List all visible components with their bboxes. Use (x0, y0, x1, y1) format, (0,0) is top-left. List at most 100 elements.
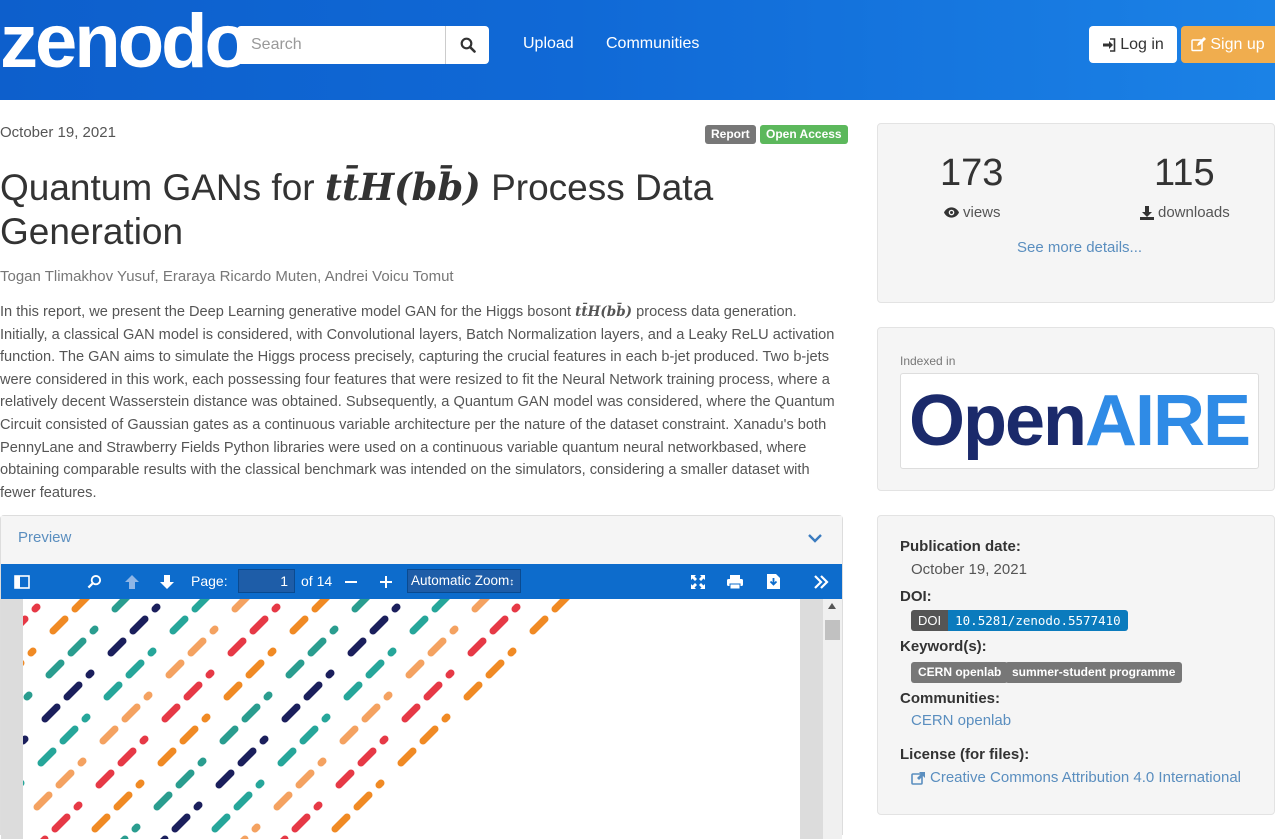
sign-in-icon (1103, 37, 1116, 52)
cover-stripe-91 (387, 647, 397, 657)
signup-label: Sign up (1210, 35, 1265, 53)
openaire-logo-link[interactable]: OpenAIRE (900, 373, 1259, 469)
cover-stripe-2 (71, 599, 90, 613)
page-number-input[interactable]: 1 (238, 569, 295, 593)
search-form (237, 26, 489, 64)
cover-stripe-66 (329, 625, 339, 635)
cover-stripe-111 (251, 823, 261, 833)
cover-stripe-20 (191, 599, 210, 613)
signup-button[interactable]: Sign up (1181, 26, 1275, 63)
keyword-badge[interactable]: summer-student programme (1005, 662, 1183, 683)
cover-stripe-115 (467, 637, 487, 657)
zenodo-logo[interactable]: zenodo (0, 2, 251, 82)
cover-stripe-130 (441, 713, 451, 723)
search-button[interactable] (445, 26, 490, 64)
presentation-mode-button[interactable] (685, 564, 711, 599)
eye-icon (944, 207, 959, 218)
download-icon (1140, 205, 1154, 220)
see-more-details-link[interactable]: See more details... (1017, 239, 1142, 256)
cover-stripe-94 (321, 713, 331, 723)
community-link[interactable]: CERN openlab (911, 712, 1011, 729)
chevron-down-icon[interactable] (807, 530, 823, 546)
external-link-icon (911, 771, 925, 785)
cover-stripe-18 (23, 735, 29, 745)
scroll-thumb[interactable] (825, 620, 840, 640)
cover-stripe-43 (227, 637, 247, 657)
cover-stripe-44 (205, 669, 215, 679)
preview-header[interactable]: Preview (1, 516, 842, 563)
cover-stripe-45 (183, 681, 203, 701)
cover-stripe-121 (335, 769, 355, 789)
publication-date-label: Publication date: (900, 538, 1021, 555)
cover-stripe-36 (99, 725, 119, 745)
preview-panel: Preview Page: 1 of 14 Automatic Zoom↕ (0, 515, 843, 839)
cover-stripe-30 (231, 599, 250, 613)
cover-stripe-78 (369, 615, 389, 635)
cover-stripe-7 (89, 625, 99, 635)
cover-stripe-133 (375, 779, 385, 789)
cover-stripe-26 (59, 725, 79, 745)
scrollbar[interactable] (823, 599, 842, 839)
cover-stripe-12 (151, 603, 161, 613)
login-button[interactable]: Log in (1089, 26, 1177, 63)
cover-stripe-125 (551, 599, 570, 613)
nav-upload-link[interactable]: Upload (523, 34, 574, 54)
cover-stripe-83 (259, 735, 269, 745)
search-input[interactable] (237, 26, 445, 64)
authors-list: Togan Tlimakhov Yusuf, Eraraya Ricardo M… (0, 268, 454, 285)
search-icon (87, 574, 101, 589)
zoom-in-button[interactable] (374, 564, 398, 599)
cover-stripe-107 (339, 725, 359, 745)
cover-stripe-77 (391, 603, 401, 613)
scroll-up-arrow[interactable] (828, 603, 836, 609)
zoom-select[interactable]: Automatic Zoom↕ (407, 569, 521, 593)
cover-stripe-6 (111, 599, 130, 613)
print-button[interactable] (721, 564, 749, 599)
cover-stripe-92 (365, 659, 385, 679)
cover-stripe-48 (117, 747, 137, 767)
cover-stripe-119 (379, 735, 389, 745)
cover-stripe-105 (383, 691, 393, 701)
sidebar-toggle-button[interactable] (9, 564, 35, 599)
nav-communities-link[interactable]: Communities (606, 34, 699, 54)
cover-stripe-129 (463, 681, 483, 701)
cover-stripe-27 (37, 747, 57, 767)
search-icon (460, 37, 476, 53)
communities-label: Communities: (900, 690, 1001, 707)
zoom-select-value: Automatic Zoom (411, 573, 510, 588)
cover-stripe-128 (485, 659, 505, 679)
tools-menu-button[interactable] (807, 564, 835, 599)
previous-page-button[interactable] (119, 564, 145, 599)
download-button[interactable] (760, 564, 786, 599)
cover-stripe-108 (317, 757, 327, 767)
views-label: views (944, 204, 1001, 221)
cover-stripe-25 (81, 713, 91, 723)
cover-stripe-57 (223, 681, 243, 701)
keyword-badge[interactable]: CERN openlab (911, 662, 1009, 683)
cover-stripe-9 (45, 659, 65, 679)
cover-stripe-55 (267, 647, 277, 657)
cover-stripe-62 (113, 791, 133, 811)
double-chevron-right-icon (814, 574, 829, 589)
cover-stripe-49 (95, 769, 115, 789)
cover-stripe-8 (67, 637, 87, 657)
cover-stripe-110 (273, 791, 293, 811)
cover-stripe-113 (511, 603, 521, 613)
cover-stripe-10 (23, 691, 33, 701)
cover-stripe-96 (277, 747, 297, 767)
license-link[interactable]: Creative Commons Attribution 4.0 Interna… (911, 769, 1241, 786)
next-page-button[interactable] (154, 564, 180, 599)
downloads-count: 115 (1154, 152, 1215, 194)
print-icon (727, 574, 743, 589)
pdf-viewport[interactable] (1, 599, 842, 839)
access-badge: Open Access (760, 125, 848, 144)
cover-stripe-101 (471, 599, 490, 613)
cover-stripe-134 (353, 791, 373, 811)
pdf-toolbar: Page: 1 of 14 Automatic Zoom↕ (1, 564, 842, 599)
doi-badge[interactable]: DOI 10.5281/zenodo.5577410 (911, 610, 1128, 631)
find-button[interactable] (81, 564, 107, 599)
cover-stripe-50 (73, 801, 83, 811)
cover-stripe-86 (193, 801, 203, 811)
cover-stripe-97 (255, 779, 265, 789)
zoom-out-button[interactable] (339, 564, 363, 599)
